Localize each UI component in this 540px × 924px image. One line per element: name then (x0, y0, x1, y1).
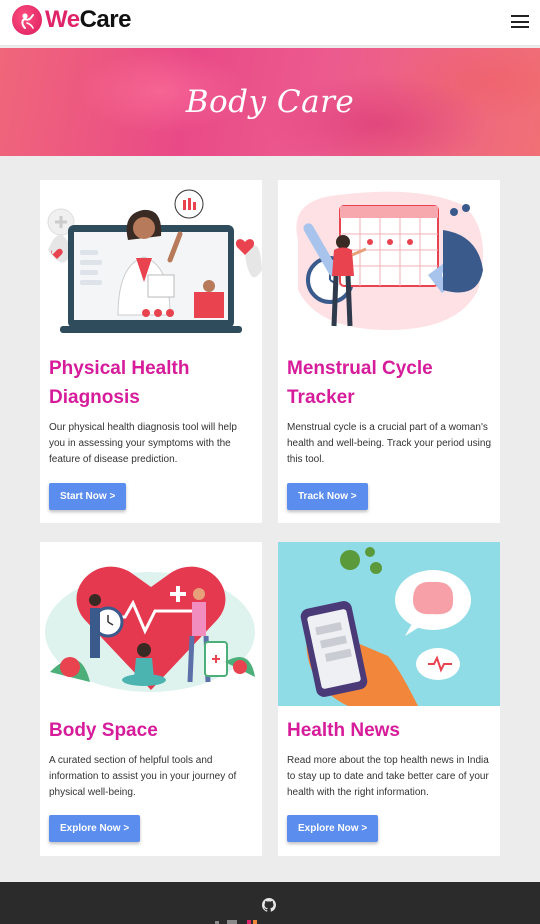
logo-we: We (45, 6, 80, 33)
track-now-button[interactable]: Track Now > (287, 483, 368, 510)
explore-now-button[interactable]: Explore Now > (49, 815, 141, 842)
start-now-button[interactable]: Start Now > (49, 483, 127, 510)
heart-wellness-illustration (40, 542, 262, 700)
navbar: WeCare (0, 0, 540, 46)
card-description: Our physical health diagnosis tool will … (49, 422, 237, 465)
page-title: Body Care (185, 84, 355, 120)
hero-banner: Body Care (0, 48, 540, 156)
card-description: Read more about the top health news in I… (287, 755, 489, 798)
github-icon[interactable] (262, 898, 276, 912)
card-description: A curated section of helpful tools and i… (49, 755, 237, 798)
card-body-space: Body Space A curated section of helpful … (40, 542, 262, 856)
card-title: Health News (287, 720, 400, 741)
explore-now-button[interactable]: Explore Now > (287, 815, 379, 842)
hamburger-menu-icon[interactable] (511, 15, 529, 28)
card-description: Menstrual cycle is a crucial part of a w… (287, 422, 492, 465)
footer-credit-fragment (215, 920, 257, 924)
logo-care: Care (79, 6, 132, 33)
card-menstrual-tracker: Menstrual Cycle Tracker Menstrual cycle … (278, 180, 500, 523)
card-title: Body Space (49, 720, 158, 741)
card-title: Menstrual Cycle Tracker (287, 358, 433, 408)
logo-icon (12, 5, 42, 35)
period-calendar-illustration (278, 180, 500, 338)
card-title: Physical Health Diagnosis (49, 358, 190, 408)
card-physical-health: Physical Health Diagnosis Our physical h… (40, 180, 262, 523)
footer (0, 882, 540, 924)
logo[interactable]: WeCare (12, 5, 131, 35)
card-health-news: Health News Read more about the top heal… (278, 542, 500, 856)
logo-text: WeCare (45, 6, 131, 34)
doctor-video-call-illustration (40, 180, 262, 338)
health-news-phone-illustration (278, 542, 500, 706)
